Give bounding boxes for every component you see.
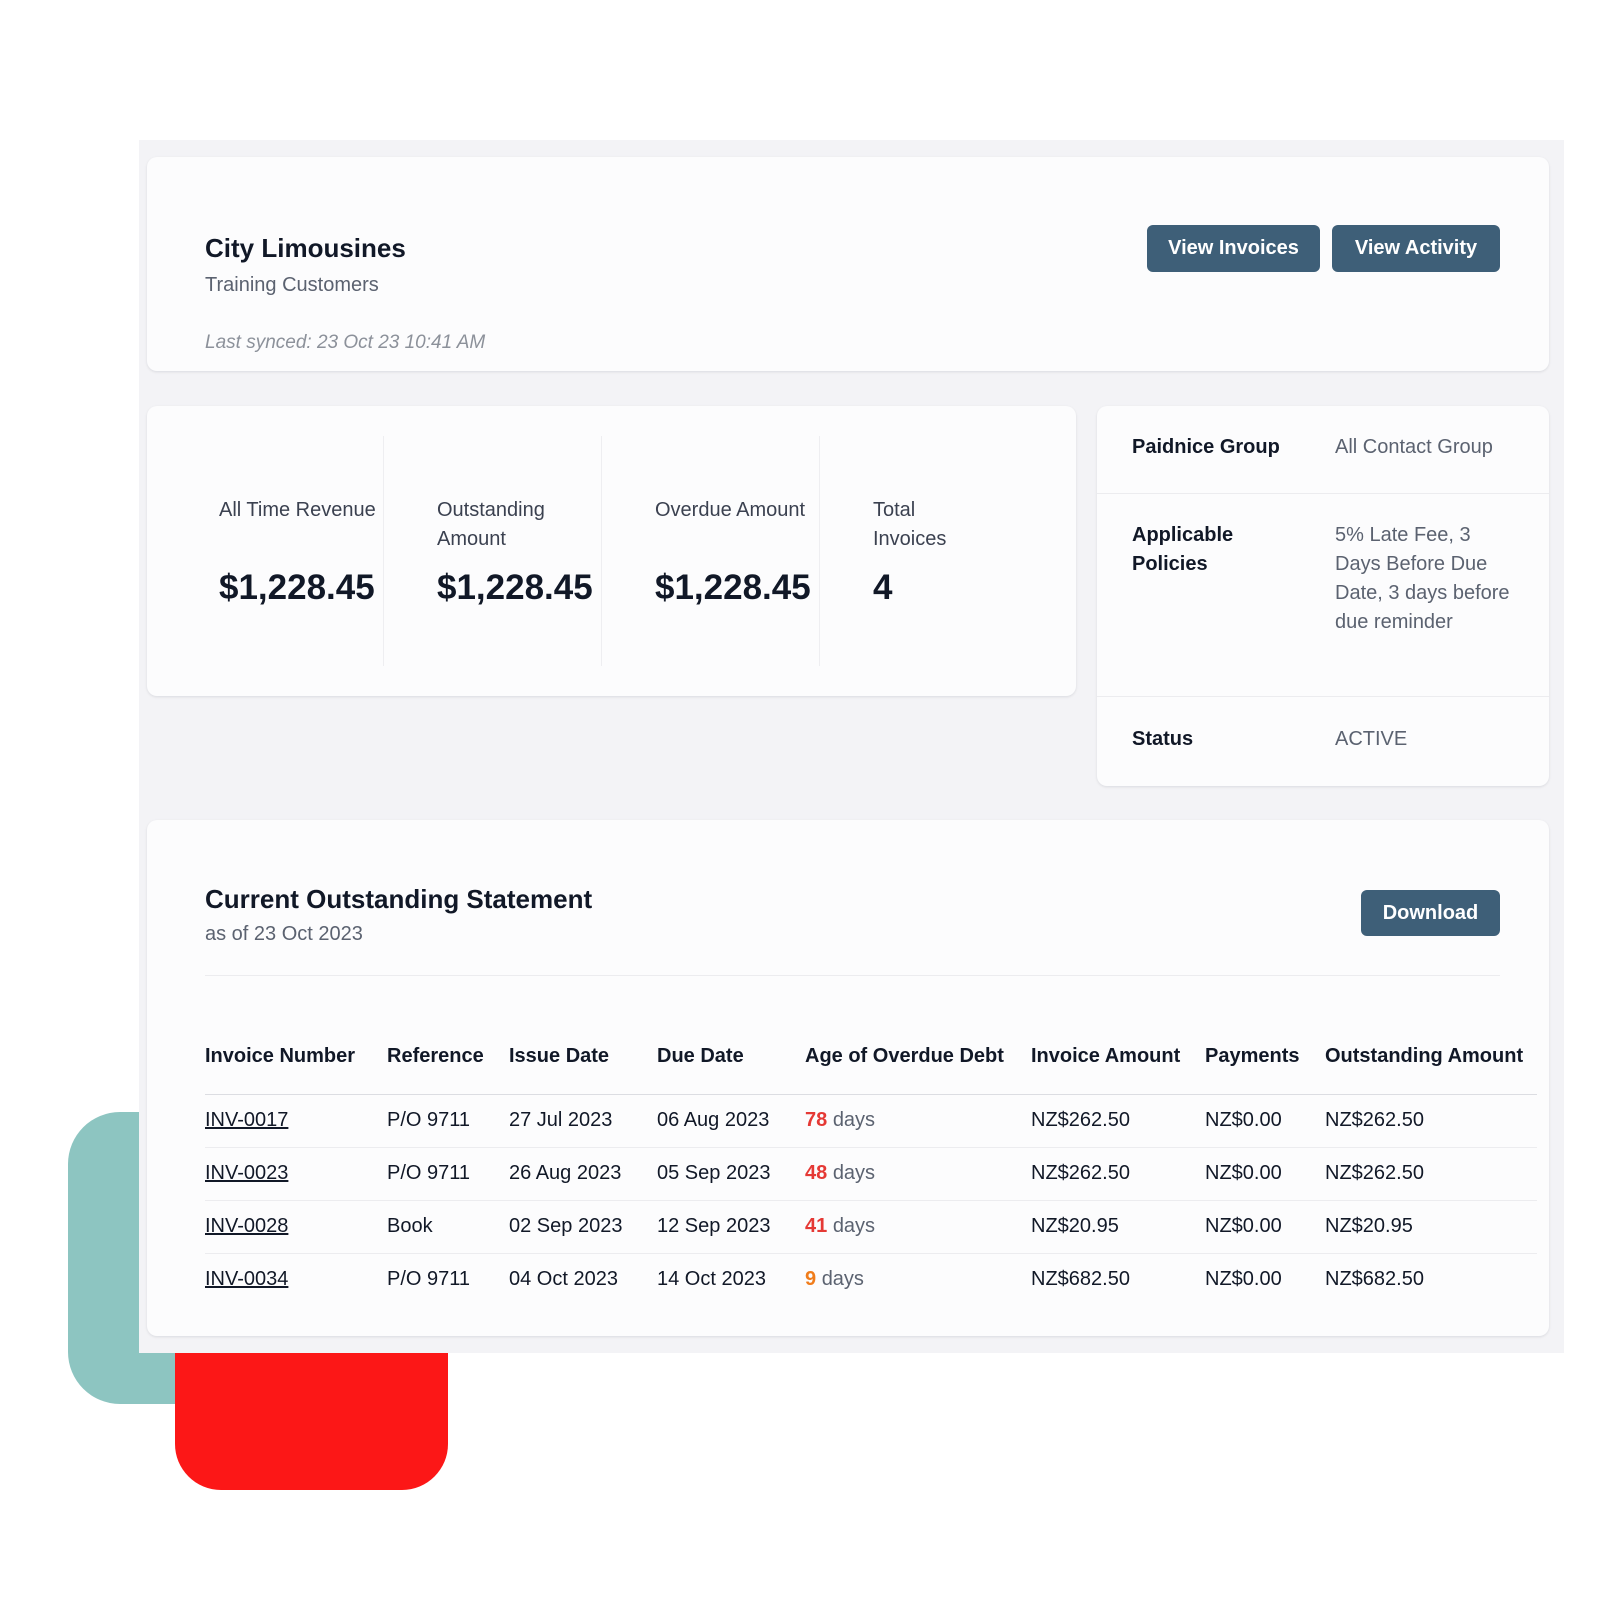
age-days: 41	[805, 1215, 828, 1237]
due-date-cell: 12 Sep 2023	[657, 1200, 805, 1254]
invoice-amount-cell: NZ$682.50	[1031, 1268, 1130, 1291]
age-cell: 9 days	[805, 1253, 1031, 1306]
info-value: All Contact Group	[1335, 436, 1493, 458]
age-unit: days	[821, 1268, 864, 1291]
age-unit: days	[832, 1215, 876, 1237]
age-cell: 41 days	[805, 1200, 1031, 1254]
stat-outstanding-amount: Outstanding Amount $1,228.45	[383, 406, 601, 696]
invoice-amount-cell: NZ$262.50	[1031, 1147, 1205, 1201]
reference-cell: P/O 9711	[387, 1147, 509, 1201]
stat-label: Overdue Amount	[655, 499, 806, 521]
stat-all-time-revenue: All Time Revenue $1,228.45	[147, 406, 383, 696]
info-label: Applicable Policies	[1132, 524, 1234, 575]
info-row-status: Status ACTIVE	[1097, 697, 1549, 786]
company-name: City Limousines	[205, 233, 406, 263]
info-value: 5% Late Fee, 3 Days Before Due Date, 3 d…	[1335, 524, 1510, 633]
info-label: Paidnice Group	[1132, 436, 1280, 458]
column-header: Invoice Number	[205, 1020, 387, 1095]
column-header: Age of Overdue Debt	[805, 1020, 1031, 1095]
stat-label: Outstanding Amount	[437, 499, 545, 550]
status-value: ACTIVE	[1335, 728, 1408, 750]
view-invoices-button[interactable]: View Invoices	[1147, 225, 1320, 272]
statement-date: as of 23 Oct 2023	[205, 923, 363, 945]
stat-overdue-amount: Overdue Amount $1,228.45	[601, 406, 819, 696]
due-date-cell: 14 Oct 2023	[657, 1268, 766, 1291]
stat-value: 4	[873, 568, 893, 607]
stat-total-invoices: Total Invoices 4	[819, 406, 1076, 696]
column-header: Outstanding Amount	[1325, 1020, 1537, 1095]
customer-header-card: City Limousines Training Customers Last …	[147, 157, 1549, 371]
invoice-number-link[interactable]: INV-0028	[205, 1215, 288, 1237]
column-header: Issue Date	[509, 1020, 657, 1095]
stat-value: $1,228.45	[437, 568, 593, 607]
table-row: INV-0023 P/O 9711 26 Aug 2023 05 Sep 202…	[205, 1147, 1537, 1201]
age-unit: days	[832, 1162, 876, 1184]
column-header: Due Date	[657, 1020, 805, 1095]
stat-value: $1,228.45	[219, 568, 375, 607]
outstanding-amount-cell: NZ$20.95	[1325, 1200, 1537, 1254]
payments-cell: NZ$0.00	[1205, 1268, 1282, 1291]
reference-cell: P/O 9711	[387, 1094, 509, 1148]
table-row: INV-0017 P/O 9711 27 Jul 2023 06 Aug 202…	[205, 1094, 1537, 1148]
reference-cell: Book	[387, 1200, 509, 1254]
age-cell: 78 days	[805, 1094, 1031, 1148]
payments-cell: NZ$0.00	[1205, 1200, 1325, 1254]
info-row-applicable-policies: Applicable Policies 5% Late Fee, 3 Days …	[1097, 494, 1549, 697]
outstanding-amount-cell: NZ$682.50	[1325, 1268, 1424, 1291]
age-cell: 48 days	[805, 1147, 1031, 1201]
age-days: 48	[805, 1162, 828, 1184]
invoice-number-link[interactable]: INV-0023	[205, 1162, 288, 1184]
age-days: 78	[805, 1109, 828, 1131]
issue-date-cell: 26 Aug 2023	[509, 1147, 657, 1201]
invoices-table: Invoice Number Reference Issue Date Due …	[205, 1020, 1537, 1306]
statement-card: Current Outstanding Statement as of 23 O…	[147, 820, 1549, 1336]
column-header: Payments	[1205, 1020, 1325, 1095]
column-header: Reference	[387, 1020, 509, 1095]
info-label: Status	[1132, 728, 1194, 750]
reference-cell: P/O 9711	[387, 1268, 471, 1291]
stat-label: Total Invoices	[873, 499, 947, 550]
stat-label: All Time Revenue	[219, 499, 376, 521]
age-days: 9	[805, 1268, 817, 1291]
invoice-amount-cell: NZ$20.95	[1031, 1200, 1205, 1254]
download-button[interactable]: Download	[1361, 890, 1500, 936]
customer-info-card: Paidnice Group All Contact Group Applica…	[1097, 406, 1549, 786]
company-group: Training Customers	[205, 274, 379, 296]
due-date-cell: 06 Aug 2023	[657, 1094, 805, 1148]
issue-date-cell: 04 Oct 2023	[509, 1268, 618, 1291]
table-header-row: Invoice Number Reference Issue Date Due …	[205, 1020, 1537, 1095]
invoice-number-link[interactable]: INV-0034	[205, 1268, 288, 1290]
invoice-amount-cell: NZ$262.50	[1031, 1094, 1205, 1148]
payments-cell: NZ$0.00	[1205, 1094, 1325, 1148]
payments-cell: NZ$0.00	[1205, 1147, 1325, 1201]
table-row: INV-0028 Book 02 Sep 2023 12 Sep 2023 41…	[205, 1200, 1537, 1254]
table-row: INV-0034 P/O 9711 04 Oct 2023 14 Oct 202…	[205, 1253, 1537, 1306]
outstanding-amount-cell: NZ$262.50	[1325, 1147, 1537, 1201]
due-date-cell: 05 Sep 2023	[657, 1147, 805, 1201]
last-synced-text: Last synced: 23 Oct 23 10:41 AM	[205, 332, 486, 353]
invoice-number-link[interactable]: INV-0017	[205, 1109, 288, 1131]
issue-date-cell: 27 Jul 2023	[509, 1094, 657, 1148]
stat-value: $1,228.45	[655, 568, 811, 607]
customer-detail-panel: City Limousines Training Customers Last …	[139, 140, 1564, 1353]
statement-title: Current Outstanding Statement	[205, 884, 593, 914]
issue-date-cell: 02 Sep 2023	[509, 1200, 657, 1254]
stats-card: All Time Revenue $1,228.45 Outstanding A…	[147, 406, 1076, 696]
view-activity-button[interactable]: View Activity	[1332, 225, 1500, 272]
outstanding-amount-cell: NZ$262.50	[1325, 1094, 1537, 1148]
column-header: Invoice Amount	[1031, 1020, 1205, 1095]
info-row-paidnice-group: Paidnice Group All Contact Group	[1097, 406, 1549, 494]
divider	[205, 975, 1500, 976]
age-unit: days	[832, 1109, 876, 1131]
